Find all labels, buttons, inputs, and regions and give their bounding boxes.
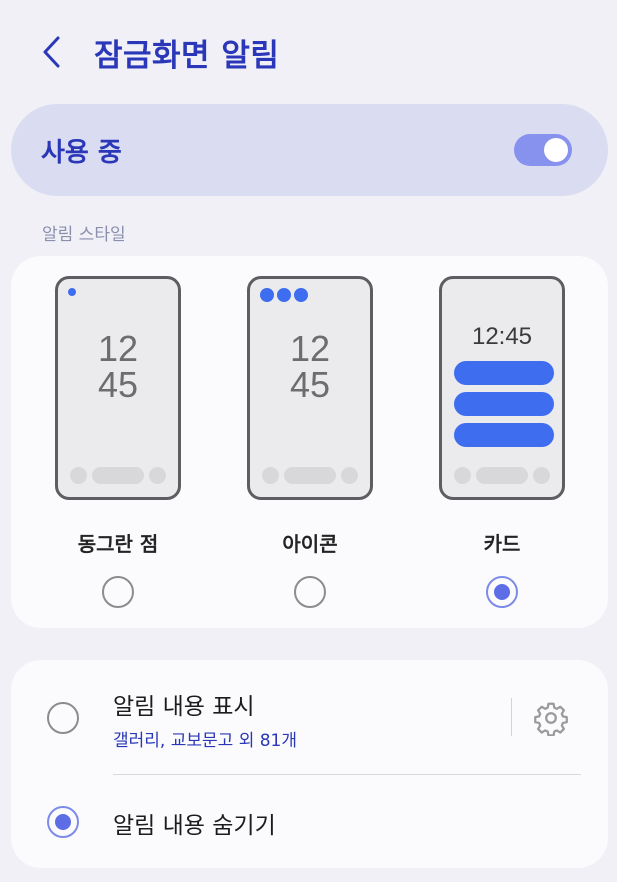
content-settings-button[interactable]: [531, 698, 571, 738]
notification-icons-row: [260, 287, 311, 302]
dock-dot: [262, 467, 279, 484]
clock-hours: 12: [97, 328, 139, 369]
phone-preview-card: 12:45: [439, 276, 565, 500]
style-option-icons[interactable]: 12 45 아이콘: [220, 256, 400, 628]
app-icon: [294, 288, 308, 302]
phone-preview-dot: 12 45: [55, 276, 181, 500]
app-icon: [277, 288, 291, 302]
phone-preview-icons: 12 45: [247, 276, 373, 500]
style-option-card[interactable]: 12:45 카드: [412, 256, 592, 628]
preview-dock: [262, 467, 358, 485]
radio-style-icons[interactable]: [294, 576, 326, 608]
app-icon: [260, 288, 274, 302]
option-hide-content[interactable]: 알림 내용 숨기기: [11, 775, 608, 868]
style-option-label: 카드: [483, 532, 521, 556]
preview-dock: [70, 467, 166, 485]
toggle-knob: [544, 138, 568, 162]
header: 잠금화면 알림: [0, 0, 617, 104]
style-option-label: 아이콘: [282, 532, 338, 556]
dock-pill: [476, 467, 528, 484]
notification-card-bar: [454, 392, 554, 416]
vertical-divider: [511, 698, 512, 736]
clock-minutes: 45: [289, 364, 331, 405]
preview-dock: [454, 467, 550, 485]
section-label-style: 알림 스타일: [42, 225, 126, 245]
preview-clock: 12 45: [58, 331, 178, 403]
dock-pill: [284, 467, 336, 484]
radio-style-card[interactable]: [486, 576, 518, 608]
notification-style-card: 12 45 동그란 점 12 45 아이콘 12:45 카드: [11, 256, 608, 628]
option-show-content[interactable]: 알림 내용 표시 갤러리, 교보문고 외 81개: [11, 660, 608, 774]
chevron-left-icon: [43, 36, 60, 68]
master-toggle-switch[interactable]: [514, 134, 572, 166]
dock-dot: [341, 467, 358, 484]
clock-hours: 12: [289, 328, 331, 369]
notification-card-bar: [454, 423, 554, 447]
dock-dot: [70, 467, 87, 484]
radio-hide-content[interactable]: [47, 806, 79, 838]
dock-dot: [149, 467, 166, 484]
hide-content-title: 알림 내용 숨기기: [113, 813, 276, 839]
dock-dot: [533, 467, 550, 484]
master-toggle-card[interactable]: 사용 중: [11, 104, 608, 196]
back-button[interactable]: [30, 28, 74, 76]
notification-content-card: 알림 내용 표시 갤러리, 교보문고 외 81개 알림 내용 숨기기: [11, 660, 608, 868]
clock-minutes: 45: [97, 364, 139, 405]
page-title: 잠금화면 알림: [94, 38, 280, 74]
dock-dot: [454, 467, 471, 484]
style-option-dot[interactable]: 12 45 동그란 점: [28, 256, 208, 628]
preview-clock: 12 45: [250, 331, 370, 403]
preview-clock: 12:45: [471, 323, 533, 350]
show-content-apps: 갤러리, 교보문고 외 81개: [113, 731, 298, 751]
notification-card-bar: [454, 361, 554, 385]
show-content-title: 알림 내용 표시: [113, 694, 255, 720]
master-toggle-label: 사용 중: [41, 137, 122, 168]
dock-pill: [92, 467, 144, 484]
notification-dot-icon: [68, 288, 76, 296]
style-option-label: 동그란 점: [77, 532, 159, 556]
radio-show-content[interactable]: [47, 702, 79, 734]
radio-style-dot[interactable]: [102, 576, 134, 608]
gear-icon: [534, 702, 568, 736]
lockscreen-notifications-page: 잠금화면 알림 사용 중 알림 스타일 12 45 동그란 점 12 45 아이…: [0, 0, 617, 882]
